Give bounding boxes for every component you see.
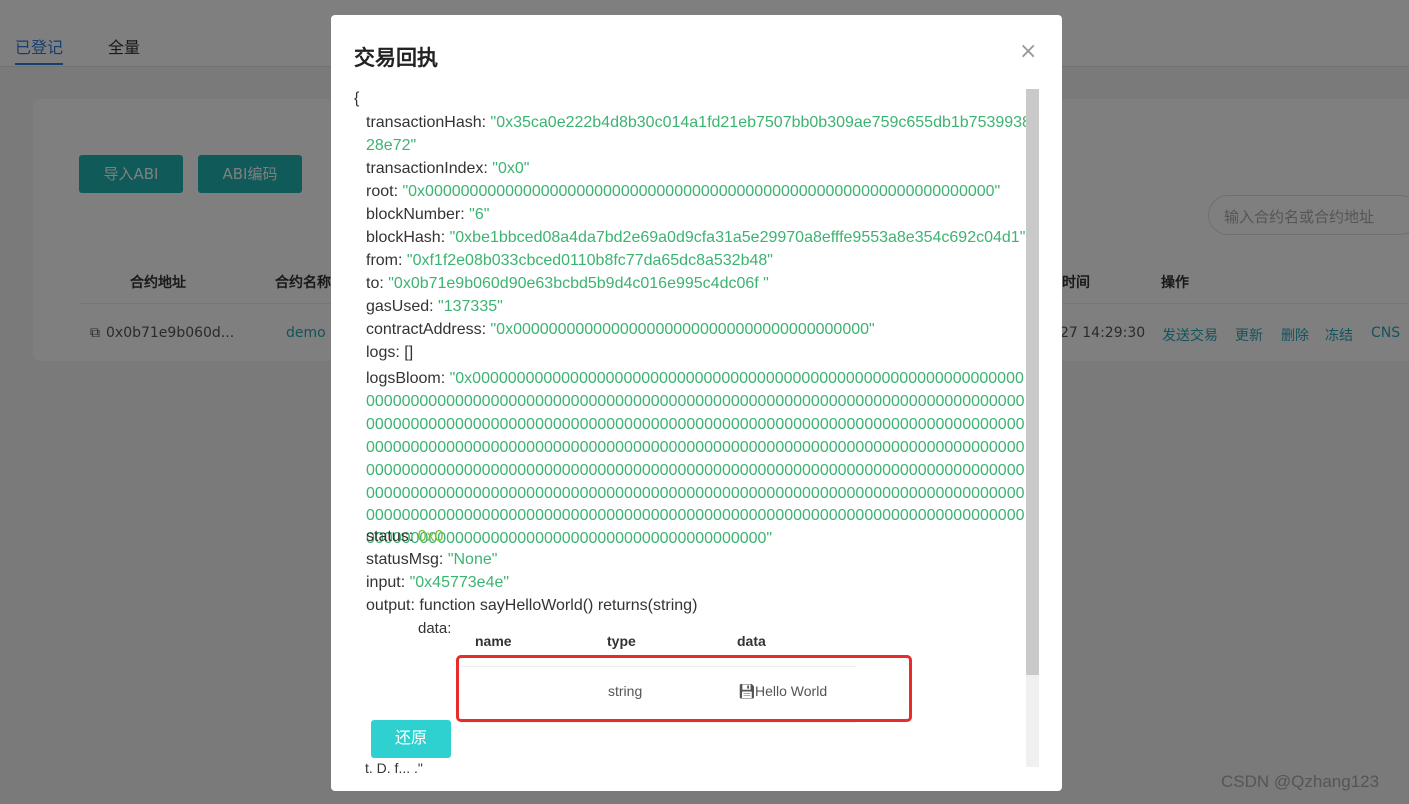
field-status: status: 0x0 bbox=[366, 528, 444, 545]
close-icon[interactable]: × bbox=[1019, 39, 1037, 64]
field-data-label: data: bbox=[418, 620, 452, 637]
field-gas-used: gasUsed: "137335" bbox=[366, 298, 503, 315]
output-header-data: data bbox=[737, 633, 766, 649]
highlight-annotation-box bbox=[456, 655, 912, 722]
open-brace: { bbox=[354, 90, 360, 107]
output-header-name: name bbox=[475, 633, 512, 649]
field-block-hash: blockHash: "0xbe1bbced08a4da7bd2e69a0d9c… bbox=[366, 229, 1026, 246]
output-header-type: type bbox=[607, 633, 636, 649]
output-row-divider bbox=[461, 722, 856, 723]
field-status-msg: statusMsg: "None" bbox=[366, 551, 498, 568]
field-root: root: "0x0000000000000000000000000000000… bbox=[366, 183, 1001, 200]
restore-button[interactable]: 还原 bbox=[371, 720, 451, 758]
field-output: output: function sayHelloWorld() returns… bbox=[366, 597, 698, 614]
field-to: to: "0x0b71e9b060d90e63bcbd5b9d4c016e995… bbox=[366, 275, 769, 292]
field-transaction-index: transactionIndex: "0x0" bbox=[366, 160, 530, 177]
field-transaction-hash: transactionHash: "0x35ca0e222b4d8b30c014… bbox=[366, 114, 1026, 131]
watermark: CSDN @Qzhang123 bbox=[1221, 772, 1380, 791]
dialog-scrollbar[interactable] bbox=[1026, 89, 1039, 767]
field-block-number: blockNumber: "6" bbox=[366, 206, 490, 223]
dialog-title: 交易回执 bbox=[354, 46, 438, 70]
field-logs: logs: [] bbox=[366, 344, 414, 361]
field-logs-bloom: logsBloom: "0x00000000000000000000000000… bbox=[366, 370, 1025, 548]
field-from: from: "0xf1f2e08b033cbced0110b8fc77da65d… bbox=[366, 252, 773, 269]
field-input: input: "0x45773e4e" bbox=[366, 574, 510, 591]
scrollbar-thumb[interactable] bbox=[1026, 89, 1039, 675]
field-contract-address: contractAddress: "0x00000000000000000000… bbox=[366, 321, 875, 338]
field-transaction-hash-cont: 28e72" bbox=[366, 137, 417, 154]
cut-off-text: t. D. f... ." bbox=[365, 760, 423, 776]
